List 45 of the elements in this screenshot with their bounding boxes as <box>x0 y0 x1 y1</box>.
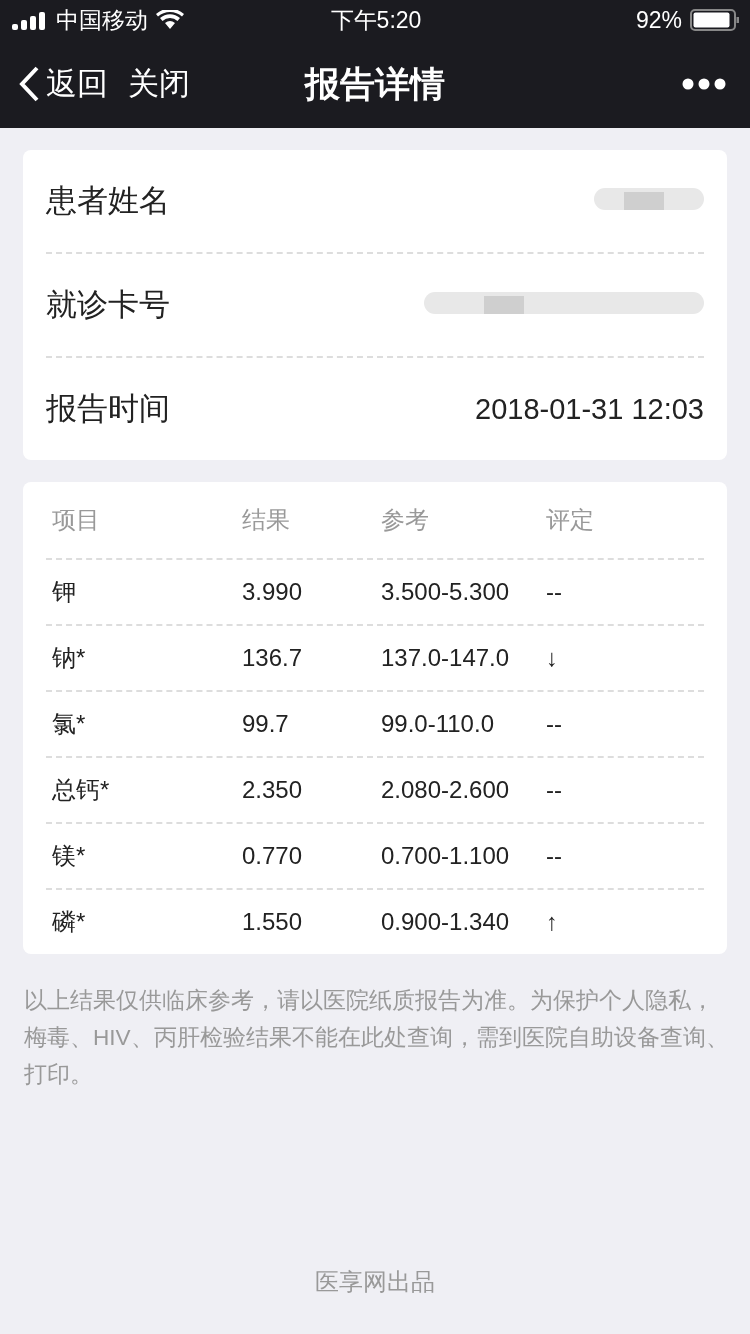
page-title: 报告详情 <box>305 62 445 105</box>
table-cell-text: 136.7 <box>242 644 304 672</box>
table-cell-text: 钠* <box>52 643 87 673</box>
battery-text: 92% <box>635 6 682 34</box>
field-label: 就诊卡号 <box>46 286 170 324</box>
disclaimer-text: 以上结果仅供临床参考，请以医院纸质报告为准。为保护个人隐私，梅毒、HIV、丙肝检验结果不能在此处查询，需到医院自助设备查询、打印。 <box>24 987 730 1089</box>
signal-icon <box>12 10 48 30</box>
clock-text: 下午5:20 <box>330 5 422 35</box>
chevron-left-icon <box>18 66 40 102</box>
table-cell-text: 0.900-1.340 <box>381 908 511 936</box>
table-cell-text: 0.700-1.100 <box>381 842 511 870</box>
table-cell-text: 钾 <box>52 577 77 607</box>
table-cell-text: 2.350 <box>242 776 304 804</box>
table-cell-text: 总钙* <box>52 775 111 805</box>
back-button[interactable]: 返回 <box>18 63 108 105</box>
column-header: 结果 <box>242 505 291 535</box>
table-cell-text: 氯* <box>52 709 87 739</box>
table-cell-text: 0.770 <box>242 842 304 870</box>
table-cell-text: -- <box>546 776 563 804</box>
column-header: 评定 <box>546 505 595 535</box>
more-icon[interactable] <box>682 78 726 90</box>
column-header: 参考 <box>381 505 430 535</box>
carrier-text: 中国移动 <box>56 5 148 35</box>
table-cell-text: ↓ <box>546 644 559 672</box>
table-cell-text: ↑ <box>546 908 559 936</box>
table-cell-text: 镁* <box>52 841 87 871</box>
table-cell-text: 99.0-110.0 <box>381 710 495 738</box>
close-button[interactable]: 关闭 <box>128 63 190 105</box>
table-cell-text: -- <box>546 842 563 870</box>
column-header: 项目 <box>52 505 101 535</box>
table-cell-text: 1.550 <box>242 908 304 936</box>
table-cell-text: 3.500-5.300 <box>381 578 511 606</box>
field-value: 2018-01-31 12:03 <box>475 392 704 426</box>
table-cell-text: 137.0-147.0 <box>381 644 511 672</box>
table-cell-text: 99.7 <box>242 710 290 738</box>
field-label: 患者姓名 <box>46 182 170 220</box>
field-label: 报告时间 <box>46 390 170 428</box>
table-cell-text: -- <box>546 578 563 606</box>
table-cell-text: 磷* <box>52 907 87 937</box>
table-cell-text: 2.080-2.600 <box>381 776 511 804</box>
footer-text: 医享网出品 <box>315 1267 435 1297</box>
table-cell-text: 3.990 <box>242 578 304 606</box>
table-cell-text: -- <box>546 710 563 738</box>
wifi-icon <box>156 10 184 30</box>
battery-icon <box>690 9 740 31</box>
